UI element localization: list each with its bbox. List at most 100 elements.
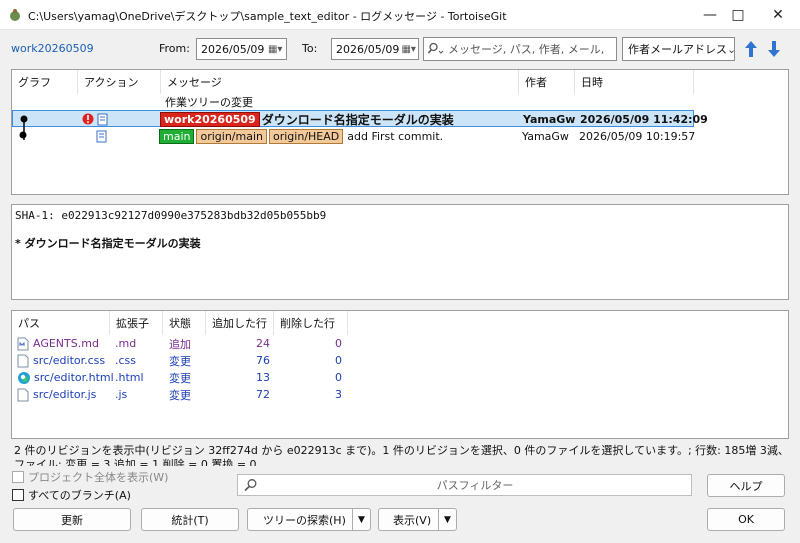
to-date-picker[interactable]: 2026/05/09 ▦▾	[331, 38, 419, 60]
commit-message-pane[interactable]: SHA-1: e022913c92127d0990e375283bdb32d05…	[11, 204, 789, 300]
file-row[interactable]: src/editor.html	[17, 369, 114, 386]
file-status: 変更	[169, 371, 191, 385]
graph-node-icon	[19, 131, 27, 139]
file-removed-lines: 3	[335, 388, 342, 401]
statistics-button[interactable]: 統計(T)	[141, 508, 239, 531]
message-text: 作業ツリーの変更	[165, 96, 253, 109]
commit-message-text: * ダウンロード名指定モーダルの実装	[15, 237, 201, 250]
branch-tag-main: main	[159, 128, 195, 144]
column-header-author[interactable]: 作者	[519, 70, 575, 94]
file-added-lines: 76	[256, 354, 270, 367]
current-branch-link[interactable]: work20260509	[11, 42, 94, 55]
file-removed-lines: 0	[335, 371, 342, 384]
next-match-button[interactable]	[763, 37, 785, 61]
file-row[interactable]: AGENTS.md	[17, 335, 99, 352]
walk-tree-label: ツリーの探索(H)	[263, 513, 346, 527]
file-removed-lines: 0	[335, 337, 342, 350]
all-branches-checkbox[interactable]: すべてのブランチ(A)	[12, 487, 131, 503]
split-dropdown-icon[interactable]: ▼	[438, 509, 456, 530]
date-text: 2026/05/09 11:42:09	[580, 112, 708, 126]
column-header-extension[interactable]: 拡張子	[110, 311, 163, 335]
file-extension: .html	[115, 371, 144, 384]
maximize-button[interactable]: □	[718, 0, 758, 30]
column-header-graph[interactable]: グラフ	[12, 70, 78, 94]
message-text: add First commit.	[347, 129, 444, 143]
file-icon	[17, 388, 29, 401]
changed-files-list[interactable]: パス 拡張子 状態 追加した行 削除した行 AGENTS.md .md 追加 2…	[11, 310, 789, 439]
arrow-up-icon	[745, 41, 757, 57]
tortoisegit-icon	[10, 9, 20, 21]
log-row-selected[interactable]: work20260509 ダウンロード名指定モーダルの実装 YamaGw 202…	[12, 110, 708, 140]
file-added-lines: 13	[256, 371, 270, 384]
author-text: YamaGw	[522, 129, 569, 143]
close-button[interactable]: ✕	[758, 0, 798, 30]
author-text: YamaGw	[523, 112, 576, 126]
whole-project-label: プロジェクト全体を表示(W)	[28, 471, 169, 484]
file-added-lines: 24	[256, 337, 270, 350]
file-status: 変更	[169, 354, 191, 368]
path-filter-placeholder: パスフィルター	[436, 479, 514, 492]
file-added-lines: 72	[256, 388, 270, 401]
branch-tag: work20260509	[160, 111, 260, 127]
file-extension: .md	[115, 337, 137, 350]
ok-button[interactable]: OK	[707, 508, 785, 531]
file-path: src/editor.html	[34, 371, 114, 384]
whole-project-checkbox[interactable]: プロジェクト全体を表示(W)	[12, 469, 168, 485]
remote-tag: origin/HEAD	[269, 128, 344, 144]
from-date-value: 2026/05/09	[201, 42, 265, 56]
from-date-picker[interactable]: 2026/05/09 ▦▾	[196, 38, 287, 60]
commit-icon	[96, 130, 107, 143]
search-placeholder: メッセージ, パス, 作者, メール,	[448, 43, 605, 56]
file-extension: .css	[115, 354, 137, 367]
file-status: 追加	[169, 337, 191, 351]
search-mode-value: 作者メールアドレス	[628, 43, 727, 56]
remote-tag: origin/main	[196, 128, 267, 144]
refresh-button[interactable]: 更新	[13, 508, 131, 531]
from-label: From:	[159, 42, 190, 55]
status-summary: 2 件のリビジョンを表示中(リビジョン 32ff274d から e022913c…	[14, 444, 789, 466]
view-label: 表示(V)	[393, 513, 432, 527]
log-row-working-tree[interactable]: 作業ツリーの変更	[12, 94, 694, 110]
chevron-down-icon: ⌄	[727, 42, 737, 56]
to-date-value: 2026/05/09	[336, 42, 400, 56]
markdown-file-icon	[17, 337, 29, 350]
sha-text: SHA-1: e022913c92127d0990e375283bdb32d05…	[15, 209, 327, 222]
column-header-status[interactable]: 状態	[163, 311, 206, 335]
to-label: To:	[302, 42, 318, 55]
walk-tree-button[interactable]: ツリーの探索(H) ▼	[247, 508, 371, 531]
commit-icon	[97, 113, 108, 126]
checkbox-box	[12, 489, 24, 501]
search-input[interactable]: メッセージ, パス, 作者, メール,	[423, 37, 617, 61]
all-branches-label: すべてのブランチ(A)	[28, 489, 131, 502]
column-header-date[interactable]: 日時	[575, 70, 694, 94]
search-icon[interactable]	[428, 42, 446, 56]
previous-match-button[interactable]	[740, 37, 762, 61]
help-button[interactable]: ヘルプ	[707, 474, 785, 497]
column-header-removed-lines[interactable]: 削除した行	[274, 311, 348, 335]
split-dropdown-icon[interactable]: ▼	[352, 509, 370, 530]
message-text: ダウンロード名指定モーダルの実装	[261, 112, 454, 127]
file-row[interactable]: src/editor.css	[17, 352, 105, 369]
file-extension: .js	[115, 388, 128, 401]
file-path: src/editor.js	[33, 388, 97, 401]
path-filter-input[interactable]: パスフィルター	[237, 474, 692, 496]
column-header-actions[interactable]: アクション	[78, 70, 161, 94]
log-row[interactable]: main origin/main origin/HEAD add First c…	[12, 128, 695, 144]
search-icon	[244, 479, 257, 492]
window-title: C:\Users\yamag\OneDrive\デスクトップ\sample_te…	[28, 10, 507, 23]
calendar-dropdown-icon[interactable]: ▦▾	[399, 39, 418, 59]
checkbox-box	[12, 471, 24, 483]
warning-icon	[82, 113, 94, 125]
calendar-dropdown-icon[interactable]: ▦▾	[264, 39, 286, 59]
view-button[interactable]: 表示(V) ▼	[378, 508, 457, 531]
column-header-message[interactable]: メッセージ	[161, 70, 519, 94]
file-path: AGENTS.md	[33, 337, 99, 350]
column-header-path[interactable]: パス	[12, 311, 110, 335]
file-icon	[17, 354, 29, 367]
column-header-added-lines[interactable]: 追加した行	[206, 311, 274, 335]
file-status: 変更	[169, 388, 191, 402]
file-row[interactable]: src/editor.js	[17, 386, 96, 403]
search-mode-select[interactable]: 作者メールアドレス ⌄	[622, 37, 737, 61]
revision-log-list[interactable]: グラフ アクション メッセージ 作者 日時 作業ツリーの変更 work20260…	[11, 69, 789, 195]
arrow-down-icon	[768, 41, 780, 57]
